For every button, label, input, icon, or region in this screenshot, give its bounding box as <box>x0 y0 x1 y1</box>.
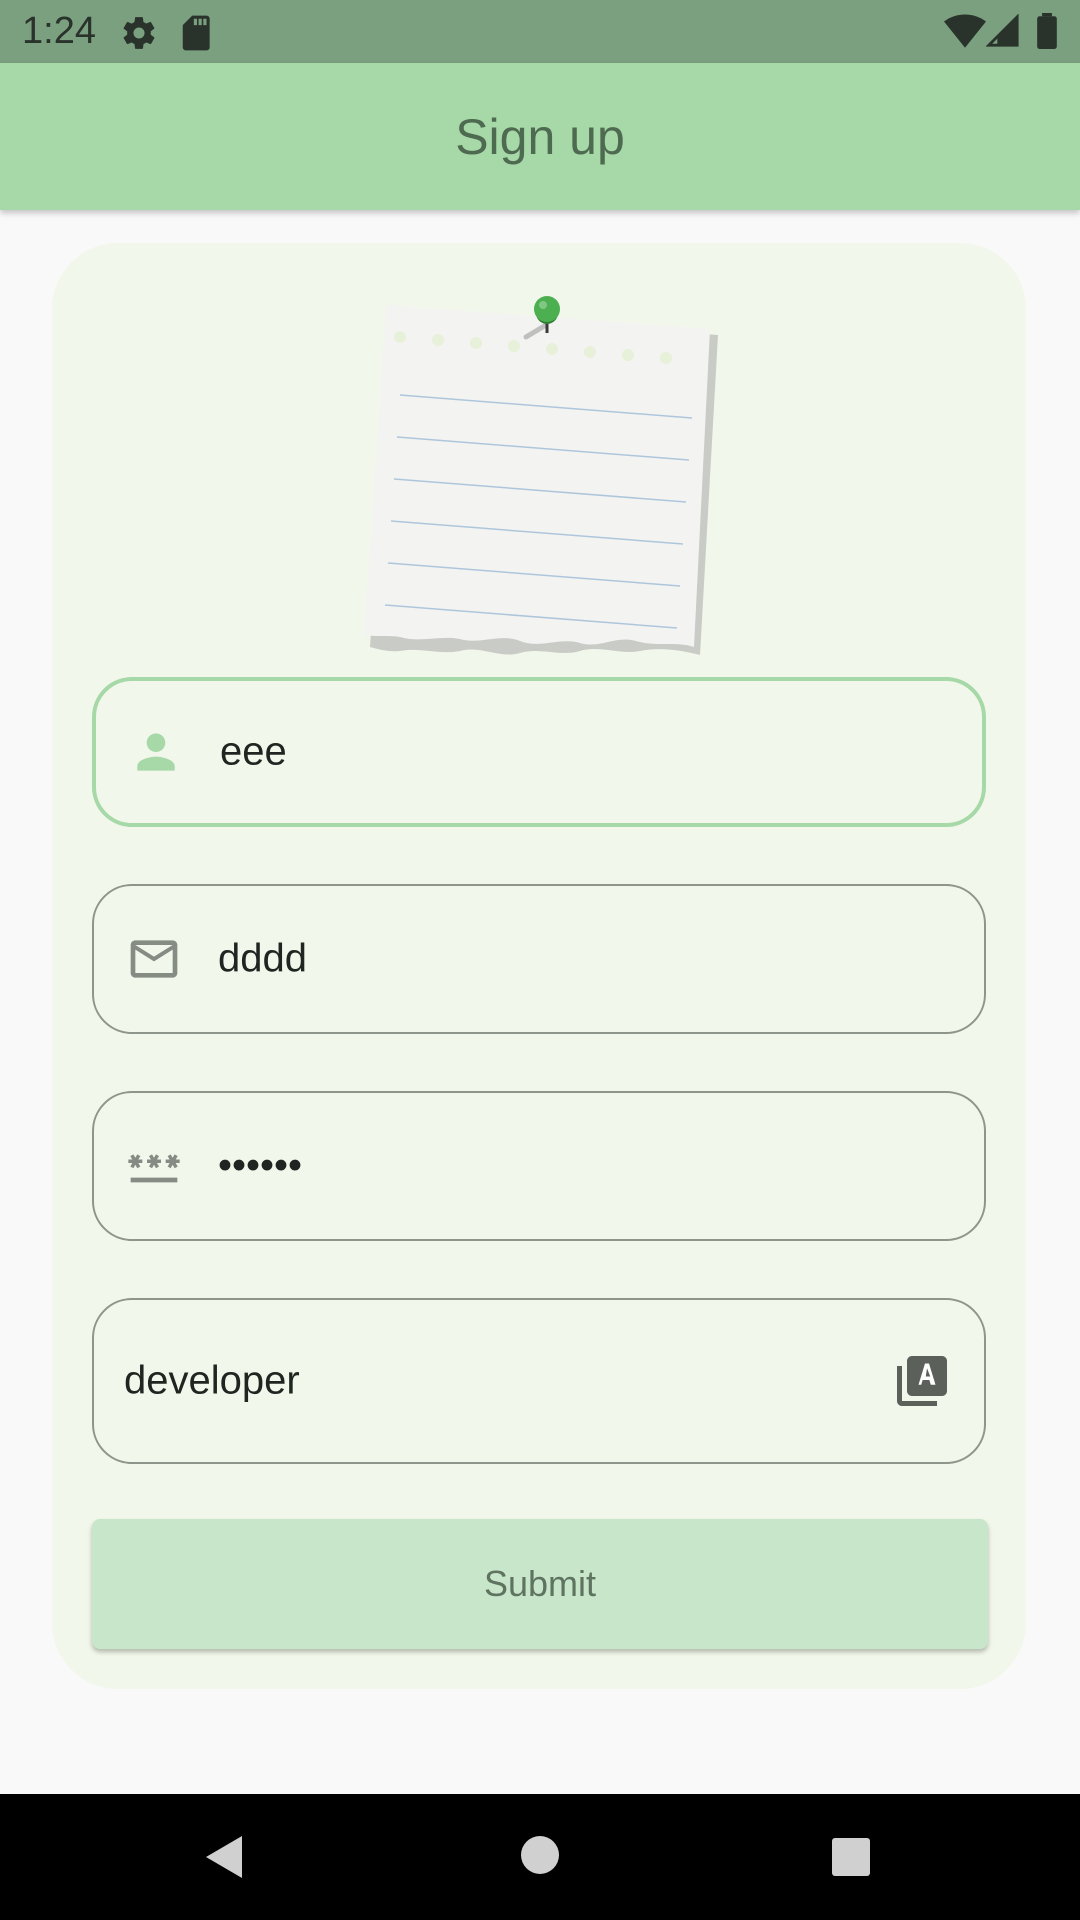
submit-button[interactable]: Submit <box>92 1519 988 1649</box>
person-icon <box>137 733 175 771</box>
recents-icon[interactable] <box>831 1837 871 1877</box>
page-title: Sign up <box>455 108 625 165</box>
email-value: dddd <box>218 936 307 981</box>
app-bar: Sign up <box>0 63 1080 210</box>
back-icon[interactable] <box>204 1834 244 1880</box>
signal-icon <box>986 14 1019 47</box>
status-time: 1:24 <box>22 10 96 52</box>
mail-icon <box>130 940 178 978</box>
battery-icon <box>1037 13 1057 49</box>
username-value: eee <box>220 729 287 774</box>
role-value: developer <box>124 1358 300 1403</box>
password-icon <box>128 1154 180 1183</box>
password-value: •••••• <box>218 1143 303 1188</box>
password-field[interactable]: •••••• <box>92 1091 986 1241</box>
home-icon[interactable] <box>520 1835 560 1875</box>
font-download-icon[interactable] <box>892 1351 952 1411</box>
pinned-note-icon <box>364 296 718 655</box>
wifi-icon <box>944 14 986 48</box>
navigation-bar <box>0 1794 1080 1920</box>
role-field[interactable]: developer <box>92 1298 986 1464</box>
status-bar: 1:24 <box>0 0 1080 63</box>
sd-card-icon <box>182 15 210 51</box>
gear-icon <box>123 17 155 49</box>
username-field[interactable]: eee <box>92 677 986 827</box>
email-field[interactable]: dddd <box>92 884 986 1034</box>
